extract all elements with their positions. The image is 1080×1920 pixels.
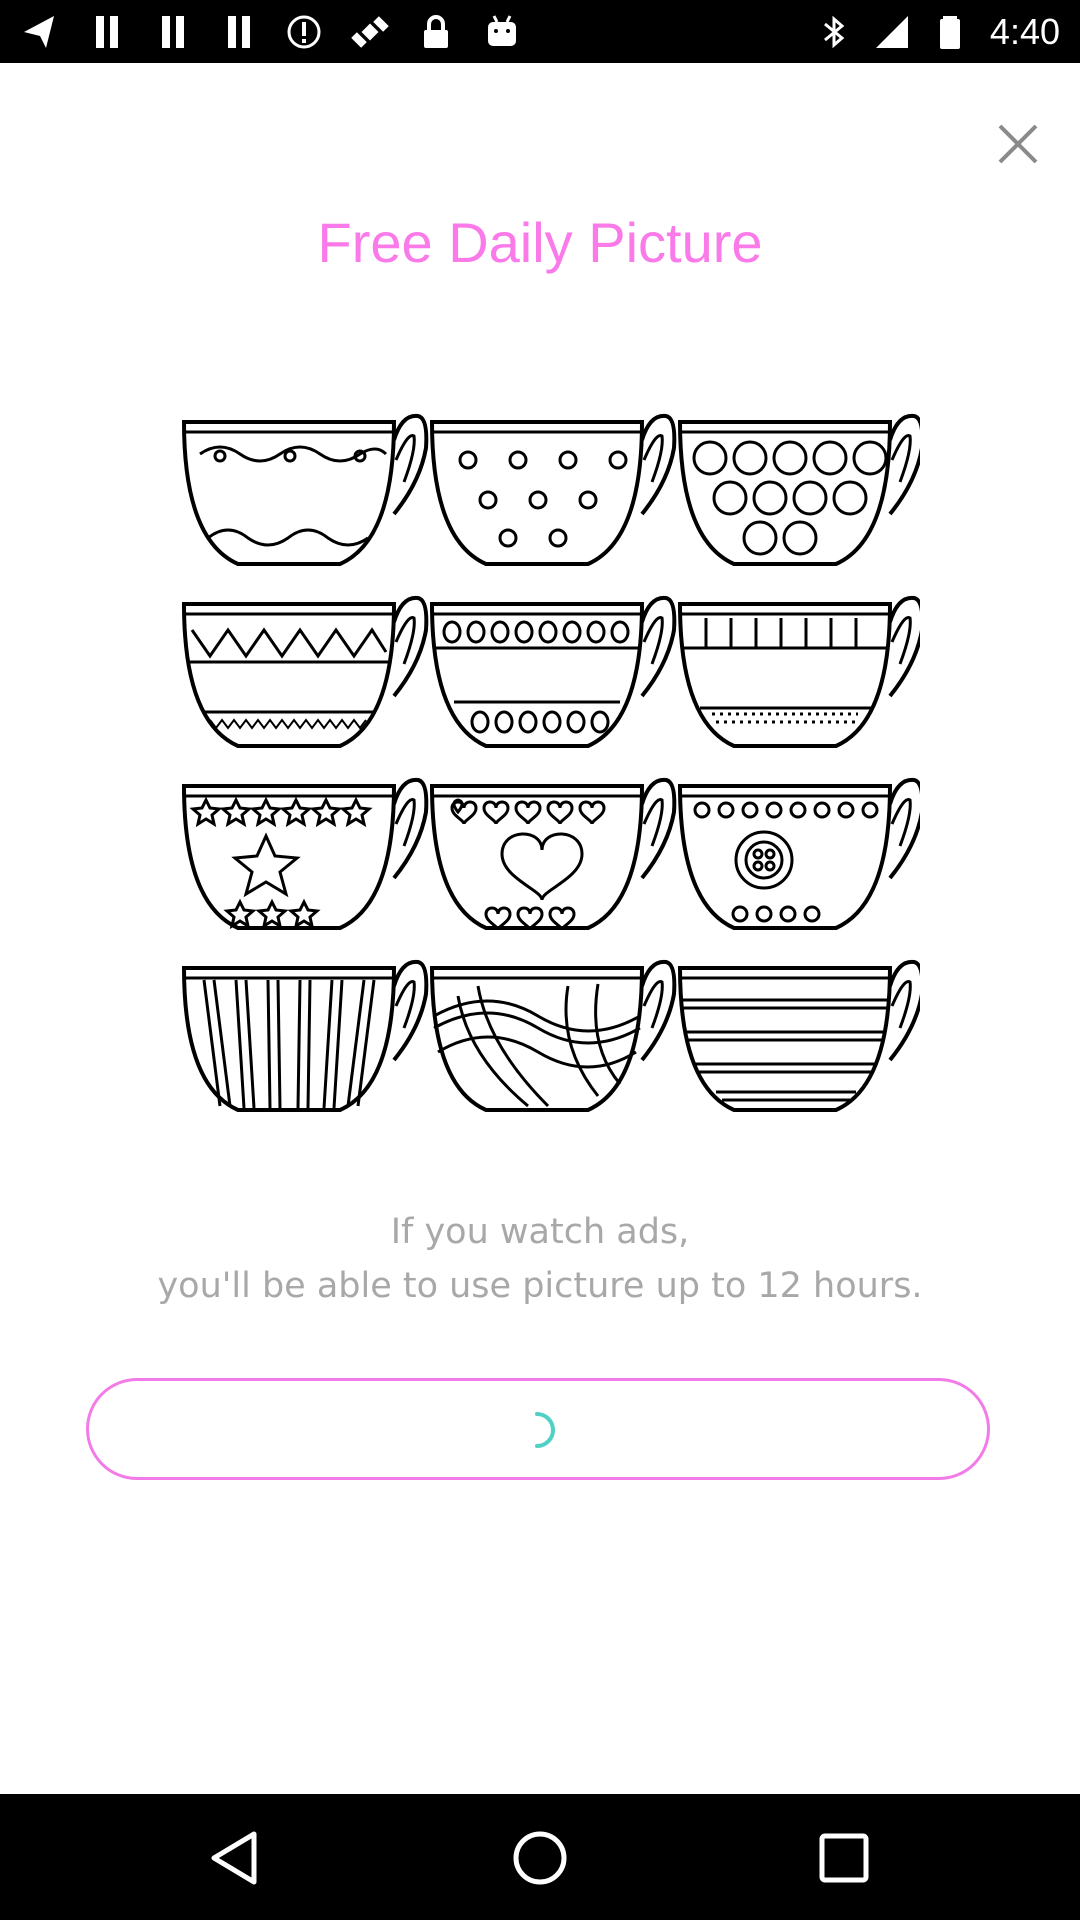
back-icon[interactable]: [204, 1826, 268, 1890]
message-line-1: If you watch ads,: [390, 1212, 690, 1252]
loading-spinner-icon: [535, 1412, 555, 1448]
satellite-fake-icon: [351, 16, 389, 48]
navigation-icon: [24, 16, 54, 48]
bars-icon: [96, 16, 118, 48]
recents-icon[interactable]: [812, 1826, 876, 1890]
cups-picture: [182, 413, 920, 1112]
bars-icon: [162, 16, 184, 48]
status-bar: 4:40: [0, 0, 1080, 63]
bluetooth-icon: [823, 15, 845, 49]
signal-icon: [875, 16, 908, 48]
android-icon: [488, 15, 516, 46]
home-icon[interactable]: [508, 1826, 572, 1890]
bars-icon: [228, 16, 250, 48]
battery-icon: [939, 16, 960, 49]
message-line-2: you'll be able to use picture up to 12 h…: [157, 1266, 923, 1306]
dialog-title: Free Daily Picture: [317, 211, 763, 274]
lock-icon: [424, 15, 448, 48]
close-icon[interactable]: [992, 118, 1044, 170]
clock: 4:40: [989, 11, 1060, 52]
info-icon: [287, 15, 321, 49]
navigation-bar: [0, 1794, 1080, 1920]
